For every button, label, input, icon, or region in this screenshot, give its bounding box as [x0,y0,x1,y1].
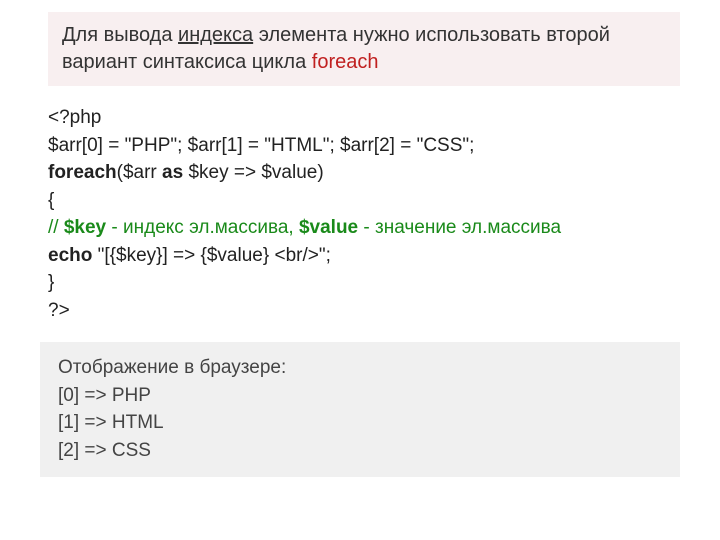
kw-echo: echo [48,245,92,266]
code-frag: $key => $value) [183,162,323,183]
comment-value: $value [299,217,358,238]
code-frag: "[{$key}] => {$value} <br/>"; [92,245,331,266]
code-line: } [48,269,680,297]
code-line: $arr[0] = "PHP"; $arr[1] = "HTML"; $arr[… [48,132,680,160]
comment-key: $key [64,217,106,238]
output-line: [2] => CSS [58,437,662,465]
info-header: Для вывода индекса элемента нужно исполь… [48,12,680,86]
header-index-word: индекса [178,24,253,46]
code-block: <?php $arr[0] = "PHP"; $arr[1] = "HTML";… [48,104,680,324]
output-box: Отображение в браузере: [0] => PHP [1] =… [40,342,680,476]
code-line: { [48,187,680,215]
code-comment: // $key - индекс эл.массива, $value - зн… [48,214,680,242]
comment-frag: - значение эл.массива [358,217,561,238]
output-line: [1] => HTML [58,409,662,437]
header-foreach-word: foreach [312,51,379,73]
comment-frag: // [48,217,64,238]
kw-foreach: foreach [48,162,117,183]
code-line: <?php [48,104,680,132]
code-frag: ($arr [117,162,162,183]
output-line: [0] => PHP [58,382,662,410]
output-title: Отображение в браузере: [58,354,662,382]
header-prefix: Для вывода [62,24,178,46]
kw-as: as [162,162,183,183]
comment-frag: - индекс эл.массива, [106,217,299,238]
code-line: ?> [48,297,680,325]
code-line: echo "[{$key}] => {$value} <br/>"; [48,242,680,270]
code-line: foreach($arr as $key => $value) [48,159,680,187]
